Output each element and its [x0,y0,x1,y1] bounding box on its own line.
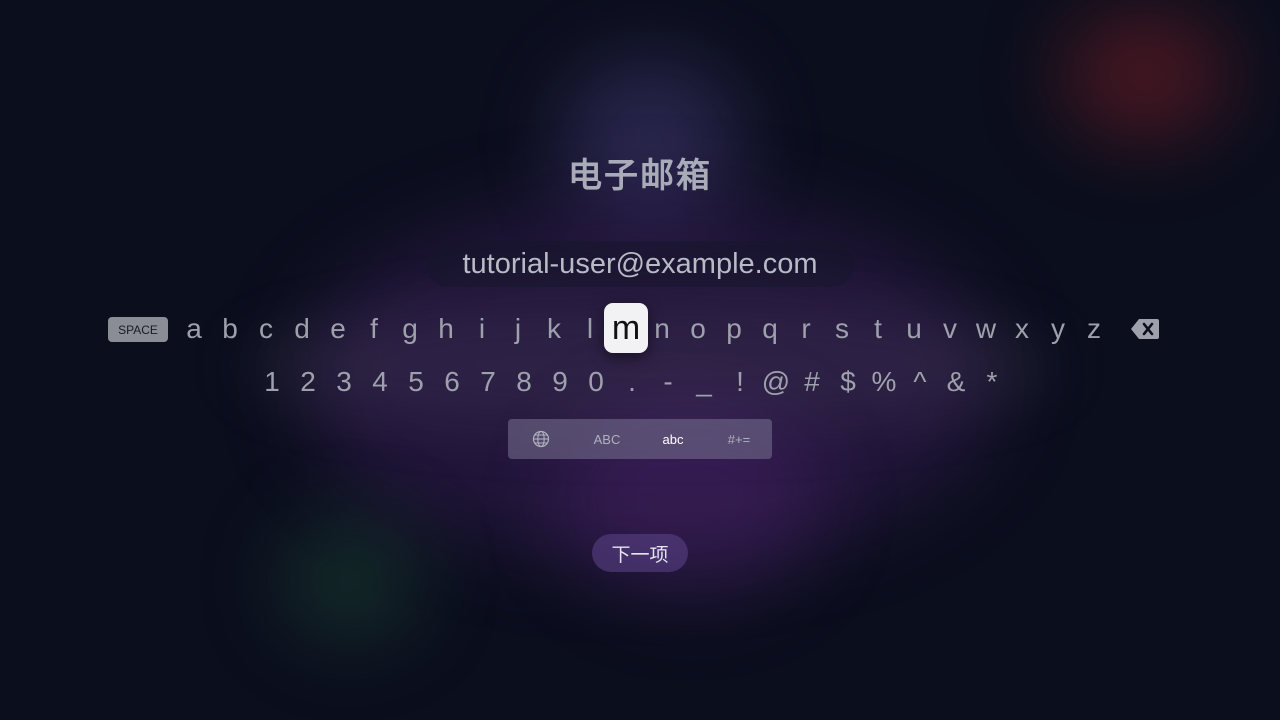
key-symbol[interactable]: & [938,360,974,404]
key-symbol[interactable]: 3 [326,360,362,404]
key-g[interactable]: g [392,306,428,352]
backspace-icon[interactable] [1130,318,1160,340]
key-t[interactable]: t [860,306,896,352]
key-z[interactable]: z [1076,306,1112,352]
next-button[interactable]: 下一项 [592,534,688,572]
key-j[interactable]: j [500,306,536,352]
mode-uppercase[interactable]: ABC [574,419,640,459]
key-c[interactable]: c [248,306,284,352]
page-title: 电子邮箱 [568,156,712,196]
key-q[interactable]: q [752,306,788,352]
key-o[interactable]: o [680,306,716,352]
key-l[interactable]: l [572,306,608,352]
key-symbol[interactable]: 7 [470,360,506,404]
key-a[interactable]: a [176,306,212,352]
key-m[interactable]: m [604,303,648,353]
mode-symbols[interactable]: #+= [706,419,772,459]
key-symbol[interactable]: ! [722,360,758,404]
key-y[interactable]: y [1040,306,1076,352]
key-symbol[interactable]: 5 [398,360,434,404]
key-symbol[interactable]: - [650,360,686,404]
key-h[interactable]: h [428,306,464,352]
key-s[interactable]: s [824,306,860,352]
key-w[interactable]: w [968,306,1004,352]
key-symbol[interactable]: 8 [506,360,542,404]
globe-icon[interactable] [508,419,574,459]
key-symbol[interactable]: 9 [542,360,578,404]
key-v[interactable]: v [932,306,968,352]
keyboard-mode-bar: ABC abc #+= [508,419,772,459]
key-symbol[interactable]: 0 [578,360,614,404]
key-u[interactable]: u [896,306,932,352]
key-symbol[interactable]: % [866,360,902,404]
key-symbol[interactable]: 1 [254,360,290,404]
background-glow [1060,10,1230,140]
key-symbol[interactable]: $ [830,360,866,404]
key-symbol[interactable]: . [614,360,650,404]
symbol-row: 1 2 3 4 5 6 7 8 9 0. - _! @ # $% ^ & * [254,360,1014,404]
key-i[interactable]: i [464,306,500,352]
mode-lowercase[interactable]: abc [640,419,706,459]
letter-row: SPACE abcdefghijklmnopqrstuvwxyz [108,303,1160,353]
key-symbol[interactable]: 4 [362,360,398,404]
key-r[interactable]: r [788,306,824,352]
key-e[interactable]: e [320,306,356,352]
key-f[interactable]: f [356,306,392,352]
key-n[interactable]: n [644,306,680,352]
key-b[interactable]: b [212,306,248,352]
key-symbol[interactable]: _ [686,360,722,404]
key-symbol[interactable]: * [974,360,1010,404]
email-field-value: tutorial-user@example.com [462,247,818,280]
key-x[interactable]: x [1004,306,1040,352]
key-d[interactable]: d [284,306,320,352]
key-k[interactable]: k [536,306,572,352]
key-symbol[interactable]: ^ [902,360,938,404]
key-symbol[interactable]: 6 [434,360,470,404]
background-glow [280,520,420,640]
email-field[interactable]: tutorial-user@example.com [426,241,854,287]
key-symbol[interactable]: 2 [290,360,326,404]
key-symbol[interactable]: @ [758,360,794,404]
space-key[interactable]: SPACE [108,317,168,342]
key-p[interactable]: p [716,306,752,352]
key-symbol[interactable]: # [794,360,830,404]
